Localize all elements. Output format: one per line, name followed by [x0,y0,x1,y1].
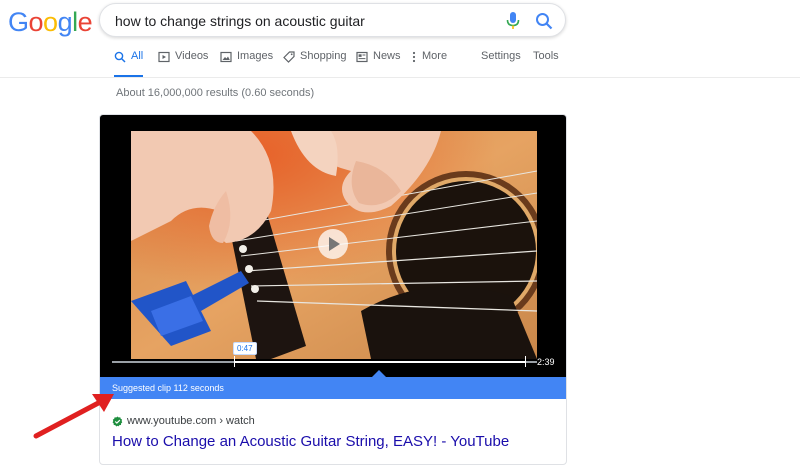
tab-tools[interactable]: Tools [533,50,559,76]
header-divider [0,77,800,78]
tab-more[interactable]: More [411,50,447,76]
play-button-icon[interactable] [318,229,348,259]
tab-label: Shopping [300,50,347,62]
logo-letter: e [77,7,93,37]
tab-news[interactable]: News [356,50,401,76]
video-result-card: 0:47 2:39 Suggested clip 112 seconds www… [99,114,567,465]
tab-settings[interactable]: Settings [481,50,521,76]
clip-start-time: 0:47 [233,342,257,355]
tab-label: Tools [533,50,559,62]
search-icon [114,51,126,63]
search-icon[interactable] [535,12,553,30]
tab-videos[interactable]: Videos [158,50,208,76]
image-icon [220,51,232,63]
clip-start-marker[interactable] [234,356,235,367]
clip-end-marker[interactable] [525,356,526,367]
google-logo[interactable]: Google [8,7,93,38]
suggested-clip-banner: Suggested clip 112 seconds [100,370,566,399]
video-player[interactable]: 0:47 2:39 [100,115,566,377]
microphone-icon[interactable] [506,12,520,30]
result-title-link[interactable]: How to Change an Acoustic Guitar String,… [112,433,509,450]
result-url: www.youtube.com › watch [127,415,255,427]
logo-letter: o [28,7,44,37]
logo-letter: G [8,7,29,37]
tab-label: More [422,50,448,62]
result-stats: About 16,000,000 results (0.60 seconds) [116,87,315,99]
tab-shopping[interactable]: Shopping [283,50,347,76]
video-icon [158,51,170,63]
newspaper-icon [356,51,368,63]
tab-label: News [373,50,401,62]
search-tabs: All Videos Images Shopping News More Set… [107,50,567,78]
result-cite[interactable]: www.youtube.com › watch [112,415,255,427]
tag-icon [283,51,295,63]
suggested-clip-text: Suggested clip 112 seconds [112,383,224,393]
tab-label: Videos [175,50,209,62]
annotation-arrow-icon [33,394,114,439]
logo-letter: o [43,7,58,37]
suggested-clip-range [234,361,525,363]
tab-label: Images [237,50,274,62]
more-dots-icon [412,51,416,63]
video-duration: 2:39 [537,357,555,367]
logo-letter: g [57,7,73,37]
tab-label: All [131,50,144,62]
tab-label: Settings [481,50,521,62]
search-input[interactable]: how to change strings on acoustic guitar [115,13,365,29]
search-box[interactable]: how to change strings on acoustic guitar [99,3,566,37]
tab-all[interactable]: All [114,50,144,78]
tab-images[interactable]: Images [220,50,273,76]
video-thumbnail[interactable] [131,131,537,359]
